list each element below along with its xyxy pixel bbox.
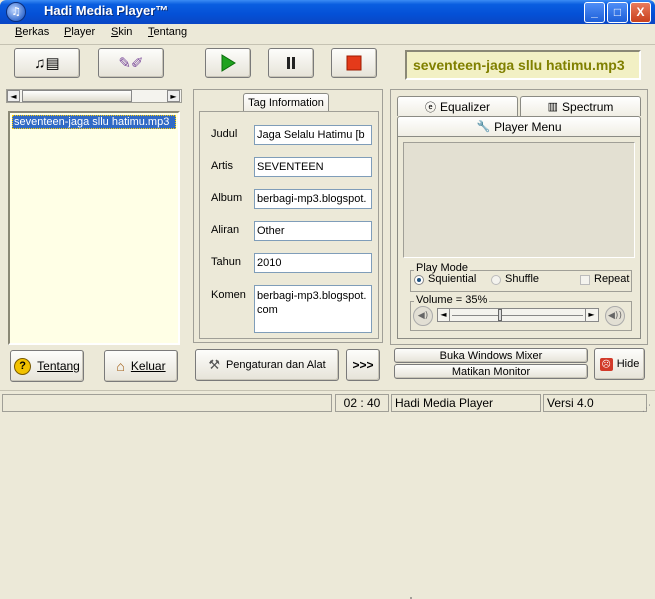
now-playing-display: seventeen-jaga sllu hatimu.mp3 [405, 50, 641, 80]
spectrum-label: Spectrum [562, 99, 614, 114]
tentang-label: Tentang [37, 359, 80, 373]
clear-playlist-button[interactable]: ✎✐ [98, 48, 164, 78]
komen-field[interactable]: berbagi-mp3.blogspot.com [254, 285, 372, 333]
tahun-label: Tahun [211, 256, 241, 268]
tab-player-menu[interactable]: 🔧 Player Menu [397, 116, 641, 136]
spectrum-icon: ▥ [547, 101, 559, 113]
play-button[interactable] [205, 48, 251, 78]
playlist-box[interactable] [8, 111, 180, 345]
hide-label: Hide [616, 358, 640, 370]
magic-wand-icon: ✎✐ [118, 55, 144, 72]
more-button[interactable]: >>> [346, 349, 380, 381]
play-icon [221, 54, 236, 72]
volume-label: Volume = 35% [414, 294, 490, 306]
scroll-right-icon[interactable]: ► [167, 90, 180, 102]
tahun-field[interactable]: 2010 [254, 253, 372, 273]
volume-slider-left-icon[interactable]: ◄ [438, 309, 450, 321]
stop-icon [346, 55, 362, 71]
pengaturan-label: Pengaturan dan Alat [225, 359, 326, 371]
shuffle-label: Shuffle [505, 273, 540, 285]
keluar-label: Keluar [130, 359, 166, 373]
album-label: Album [211, 192, 243, 204]
pause-button[interactable] [268, 48, 314, 78]
tentang-button[interactable]: ? Tentang [10, 350, 84, 382]
tab-equalizer[interactable]: ⓔ Equalizer [397, 96, 518, 116]
equalizer-icon: ⓔ [424, 101, 436, 114]
album-field[interactable]: berbagi-mp3.blogspot. [254, 189, 372, 209]
artis-label: Artis [211, 160, 233, 172]
menu-skin[interactable]: Skin [111, 26, 132, 38]
aliran-label: Aliran [211, 224, 240, 236]
sequential-radio[interactable] [414, 275, 424, 285]
wrench-icon: 🔧 [476, 121, 491, 133]
keluar-button[interactable]: ⌂ Keluar [104, 350, 178, 382]
status-cell-empty [2, 394, 332, 412]
aliran-field[interactable]: Other [254, 221, 372, 241]
playlist-item[interactable]: seventeen-jaga sllu hatimu.mp3 [12, 115, 176, 129]
divider [0, 390, 655, 391]
close-button[interactable]: X [630, 2, 651, 23]
divider [0, 44, 655, 45]
status-time: 02 : 40 [335, 394, 389, 412]
repeat-checkbox[interactable] [580, 275, 590, 285]
scroll-left-icon[interactable]: ◄ [7, 90, 20, 102]
menu-tentang[interactable]: Tentang [148, 26, 187, 38]
judul-field[interactable]: Jaga Selalu Hatimu [b [254, 125, 372, 145]
sad-face-icon: ☹ [599, 357, 613, 371]
music-notes-icon: ♫▤ [34, 55, 60, 72]
menu-bar [0, 24, 655, 44]
repeat-label: Repeat [594, 273, 630, 285]
judul-label: Judul [211, 128, 238, 140]
player-menu-label: Player Menu [494, 119, 562, 134]
visualizer-area [403, 142, 635, 258]
menu-player[interactable]: Player [64, 26, 95, 38]
hammer-icon: ⚒ [208, 357, 220, 372]
matikan-monitor-button[interactable]: Matikan Monitor [394, 364, 588, 379]
resize-grip-icon[interactable]: ⋰ [642, 404, 651, 414]
komen-label: Komen [211, 289, 246, 301]
buka-mixer-button[interactable]: Buka Windows Mixer [394, 348, 588, 363]
equalizer-label: Equalizer [439, 99, 491, 114]
hide-button[interactable]: ☹ Hide [594, 348, 645, 380]
home-icon: ⌂ [116, 358, 125, 374]
stop-button[interactable] [331, 48, 377, 78]
status-version: Versi 4.0 [543, 394, 647, 412]
help-icon: ? [14, 357, 32, 375]
app-logo-icon[interactable]: ♫ [6, 2, 26, 22]
pause-icon [287, 57, 295, 69]
artis-field[interactable]: SEVENTEEN [254, 157, 372, 177]
pengaturan-button[interactable]: ⚒ Pengaturan dan Alat [195, 349, 339, 381]
volume-thumb[interactable] [497, 309, 502, 321]
volume-slider-right-icon[interactable]: ► [585, 309, 597, 321]
sequential-label: Squiential [428, 273, 477, 285]
tab-tag-information[interactable]: Tag Information [243, 93, 329, 111]
volume-track [452, 315, 583, 316]
volume-up-icon[interactable]: ◀)) [605, 306, 625, 326]
scroll-thumb[interactable] [22, 90, 132, 102]
status-app: Hadi Media Player [391, 394, 541, 412]
maximize-button[interactable]: □ [607, 2, 628, 23]
window-title: Hadi Media Player™ [44, 3, 169, 18]
tab-spectrum[interactable]: ▥ Spectrum [520, 96, 641, 116]
add-files-button[interactable]: ♫▤ [14, 48, 80, 78]
shuffle-radio[interactable] [491, 275, 501, 285]
menu-berkas[interactable]: Berkas [15, 26, 49, 38]
volume-down-icon[interactable]: ◀) [413, 306, 433, 326]
minimize-button[interactable]: _ [584, 2, 605, 23]
